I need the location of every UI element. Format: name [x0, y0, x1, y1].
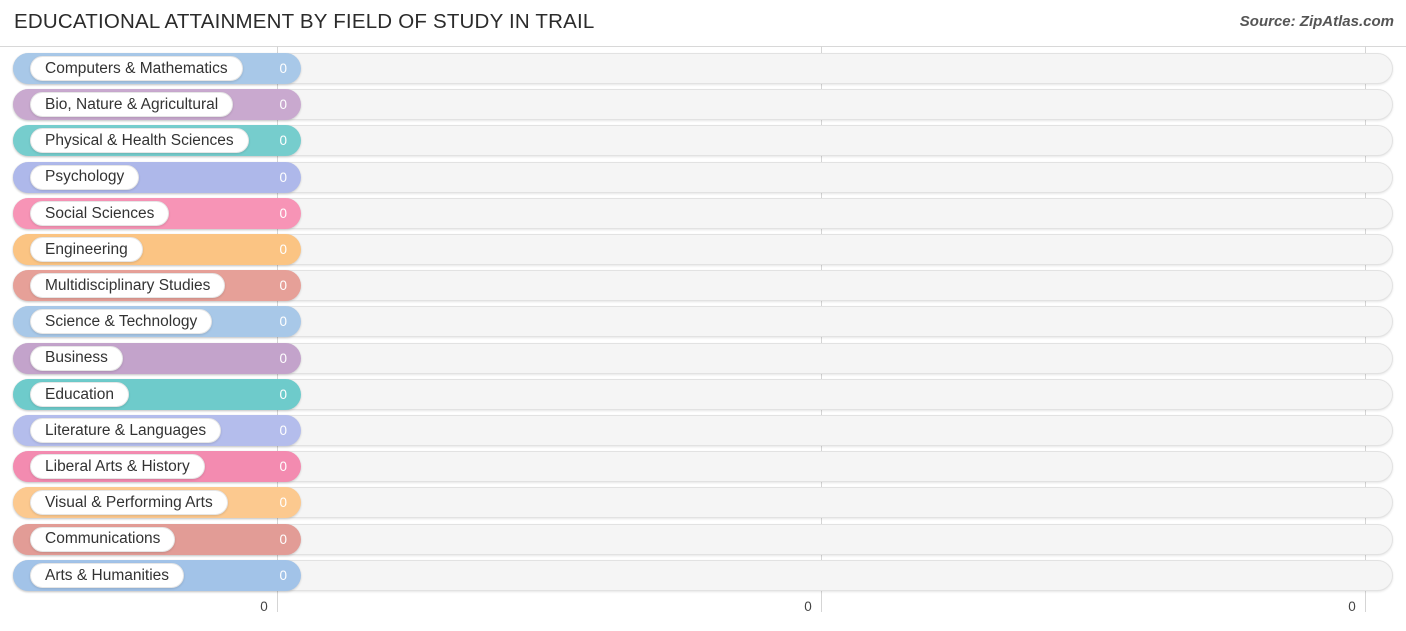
category-label: Literature & Languages	[45, 421, 207, 439]
category-label-capsule[interactable]: Physical & Health Sciences	[30, 128, 249, 154]
category-label-capsule[interactable]: Communications	[30, 526, 176, 552]
category-label-capsule[interactable]: Psychology	[30, 164, 140, 190]
category-label: Business	[45, 349, 108, 367]
category-label: Communications	[45, 530, 161, 548]
bar-row[interactable]: 0 Computers & Mathematics	[0, 53, 1406, 84]
chart-header: EDUCATIONAL ATTAINMENT BY FIELD OF STUDY…	[0, 0, 1406, 44]
bar-row[interactable]: 0 Bio, Nature & Agricultural	[0, 89, 1406, 121]
category-label-capsule[interactable]: Liberal Arts & History	[30, 454, 205, 480]
category-label-capsule[interactable]: Visual & Performing Arts	[30, 490, 228, 516]
category-label-capsule[interactable]: Business	[30, 345, 123, 371]
bar-row[interactable]: 0 Liberal Arts & History	[0, 451, 1406, 483]
x-tick-label-1: 0	[804, 599, 812, 614]
category-label: Computers & Mathematics	[45, 59, 228, 77]
category-label-capsule[interactable]: Social Sciences	[30, 200, 170, 226]
bar-row[interactable]: 0 Business	[0, 342, 1406, 374]
category-label-capsule[interactable]: Engineering	[30, 237, 143, 262]
category-label-capsule[interactable]: Bio, Nature & Agricultural	[30, 92, 234, 118]
bar-row[interactable]: 0 Literature & Languages	[0, 415, 1406, 446]
bar-row[interactable]: 0 Social Sciences	[0, 197, 1406, 229]
category-label: Physical & Health Sciences	[45, 132, 234, 150]
category-label: Science & Technology	[45, 313, 198, 331]
category-label-capsule[interactable]: Arts & Humanities	[30, 562, 185, 588]
x-tick-label-2: 0	[1348, 599, 1356, 614]
bar-row[interactable]: 0 Engineering	[0, 234, 1406, 265]
category-label-capsule[interactable]: Science & Technology	[30, 309, 213, 335]
category-label: Social Sciences	[45, 204, 155, 222]
category-label: Psychology	[45, 168, 125, 186]
bar-row[interactable]: 0 Visual & Performing Arts	[0, 487, 1406, 519]
x-tick-line-1	[821, 594, 822, 612]
bar-row[interactable]: 0 Arts & Humanities	[0, 559, 1406, 591]
category-label: Engineering	[45, 240, 128, 258]
bar-row[interactable]: 0 Psychology	[0, 161, 1406, 193]
category-label: Arts & Humanities	[45, 566, 170, 584]
category-label: Liberal Arts & History	[45, 457, 190, 475]
bar-row[interactable]: 0 Education	[0, 378, 1406, 410]
category-label: Multidisciplinary Studies	[45, 276, 211, 294]
bar-rows: 0 Computers & Mathematics 0 Bio, Nature & A…	[0, 46, 1406, 594]
category-label-capsule[interactable]: Education	[30, 381, 129, 407]
category-label-capsule[interactable]: Literature & Languages	[30, 418, 222, 443]
category-label: Visual & Performing Arts	[45, 494, 213, 512]
category-label: Education	[45, 385, 114, 403]
bar-row[interactable]: 0 Science & Technology	[0, 306, 1406, 338]
bar-row[interactable]: 0 Physical & Health Sciences	[0, 125, 1406, 157]
x-axis: 0 0 0	[0, 594, 1406, 631]
bar-row[interactable]: 0 Multidisciplinary Studies	[0, 270, 1406, 302]
x-tick-line-0	[277, 594, 278, 612]
x-tick-line-2	[1365, 594, 1366, 612]
category-label: Bio, Nature & Agricultural	[45, 95, 219, 113]
page-title: EDUCATIONAL ATTAINMENT BY FIELD OF STUDY…	[14, 10, 595, 33]
x-tick-label-0: 0	[260, 599, 268, 614]
category-label-capsule[interactable]: Multidisciplinary Studies	[30, 273, 226, 299]
chart-plot-area: 0 Computers & Mathematics 0 Bio, Nature & A…	[0, 46, 1406, 594]
bar-row[interactable]: 0 Communications	[0, 523, 1406, 555]
category-label-capsule[interactable]: Computers & Mathematics	[30, 56, 243, 81]
source-attribution: Source: ZipAtlas.com	[1239, 13, 1394, 30]
